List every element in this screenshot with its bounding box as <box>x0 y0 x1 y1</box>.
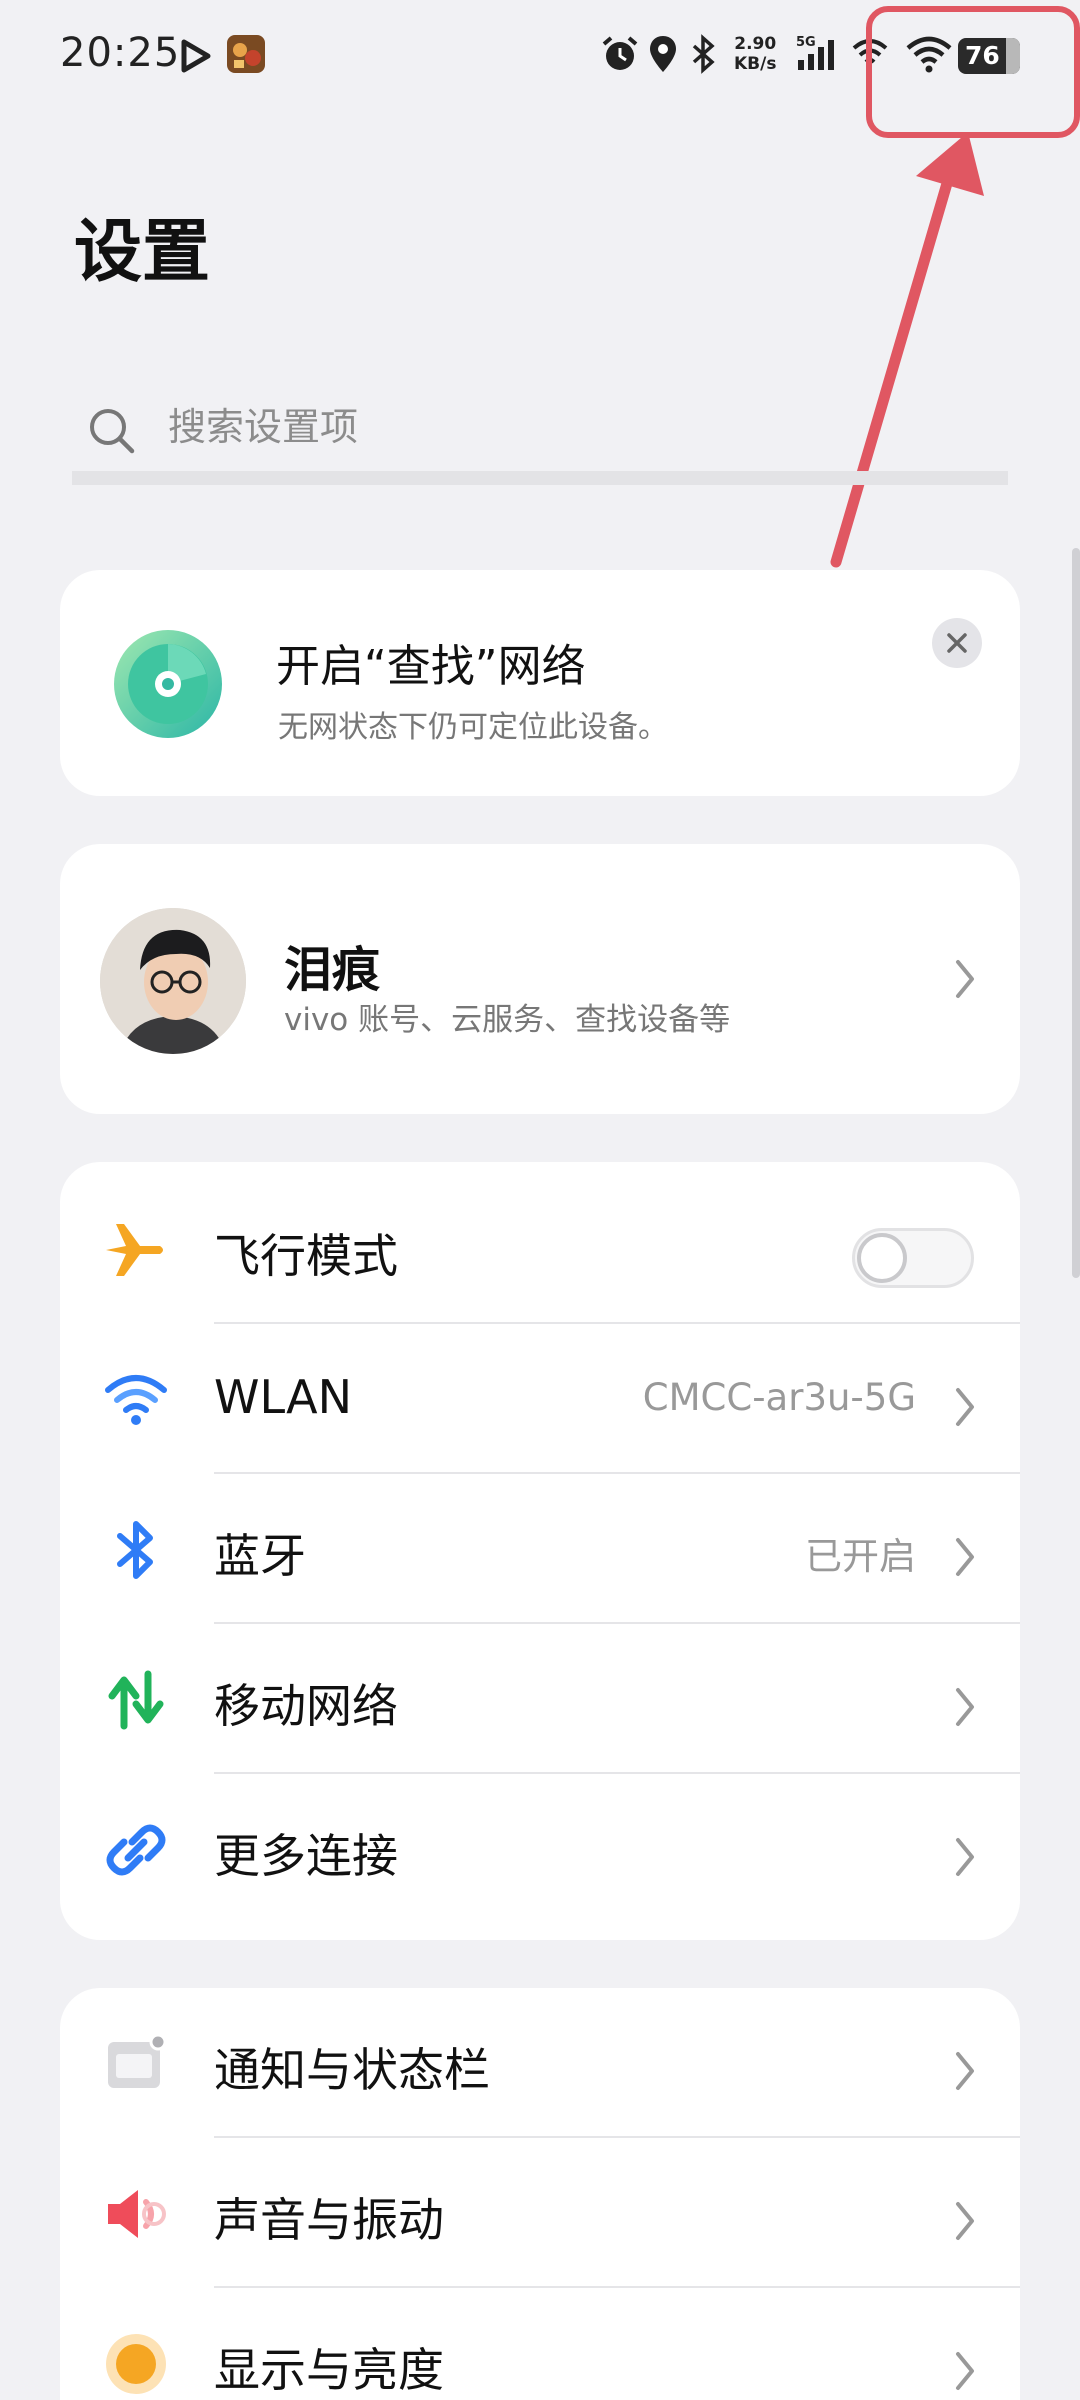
find-network-subtitle: 无网状态下仍可定位此设备。 <box>278 710 668 745</box>
settings-item-label: 声音与振动 <box>214 2193 444 2247</box>
connectivity-settings-card: 飞行模式 WLAN CMCC-ar3u-5G 蓝牙 已开启 移动网络 更多连接 <box>60 1162 1020 1940</box>
account-name: 泪痕 <box>284 942 381 998</box>
find-network-card[interactable]: 开启“查找”网络 无网状态下仍可定位此设备。 <box>60 570 1020 796</box>
chevron-right-icon <box>956 1688 974 1726</box>
avatar <box>100 908 246 1054</box>
chevron-right-icon <box>956 1388 974 1426</box>
airplane-mode-toggle[interactable] <box>852 1228 974 1288</box>
toggle-knob <box>857 1233 907 1283</box>
system-settings-card: 通知与状态栏 声音与振动 显示与亮度 <box>60 1988 1020 2400</box>
settings-item-label: 更多连接 <box>214 1829 398 1883</box>
chevron-right-icon <box>956 1538 974 1576</box>
settings-item-airplane-mode[interactable]: 飞行模式 <box>60 1174 1020 1324</box>
wlan-network-name: CMCC-ar3u-5G <box>642 1376 916 1419</box>
settings-item-more-connections[interactable]: 更多连接 <box>60 1774 1020 1924</box>
airplane-icon <box>106 1224 163 1276</box>
settings-item-label: 显示与亮度 <box>214 2343 444 2397</box>
scrollbar[interactable] <box>1072 548 1080 1278</box>
search-bar[interactable] <box>72 385 1008 485</box>
settings-item-sound[interactable]: 声音与振动 <box>60 2138 1020 2288</box>
display-icon <box>106 2334 166 2394</box>
find-network-icon <box>114 630 222 738</box>
annotation-arrow <box>830 132 984 568</box>
close-icon <box>947 633 967 653</box>
find-network-title: 开启“查找”网络 <box>276 641 586 692</box>
link-icon <box>106 1824 166 1876</box>
settings-item-label: 蓝牙 <box>214 1529 306 1583</box>
account-card[interactable]: 泪痕 vivo 账号、云服务、查找设备等 <box>60 844 1020 1114</box>
close-button[interactable] <box>932 618 982 668</box>
chevron-right-icon <box>956 960 974 998</box>
settings-item-label: 移动网络 <box>214 1679 398 1733</box>
page-title: 设置 <box>74 213 211 292</box>
notification-icon <box>108 2033 167 2088</box>
settings-item-label: WLAN <box>214 1370 353 1424</box>
settings-item-wlan[interactable]: WLAN CMCC-ar3u-5G <box>60 1324 1020 1474</box>
search-input[interactable] <box>168 397 968 457</box>
mobile-data-icon <box>108 1670 164 1730</box>
bluetooth-icon <box>117 1521 153 1579</box>
settings-item-display[interactable]: 显示与亮度 <box>60 2288 1020 2400</box>
wifi-icon <box>105 1375 167 1425</box>
chevron-right-icon <box>956 2352 974 2390</box>
search-icon <box>90 409 135 454</box>
chevron-right-icon <box>956 2202 974 2240</box>
settings-item-bluetooth[interactable]: 蓝牙 已开启 <box>60 1474 1020 1624</box>
settings-item-label: 通知与状态栏 <box>214 2043 490 2097</box>
settings-item-label: 飞行模式 <box>214 1229 398 1283</box>
chevron-right-icon <box>956 2052 974 2090</box>
settings-item-notifications[interactable]: 通知与状态栏 <box>60 1988 1020 2138</box>
bluetooth-status: 已开启 <box>805 1535 916 1578</box>
account-subtitle: vivo 账号、云服务、查找设备等 <box>284 1002 731 1038</box>
settings-item-mobile-network[interactable]: 移动网络 <box>60 1624 1020 1774</box>
speaker-icon <box>108 2190 166 2238</box>
chevron-right-icon <box>956 1838 974 1876</box>
